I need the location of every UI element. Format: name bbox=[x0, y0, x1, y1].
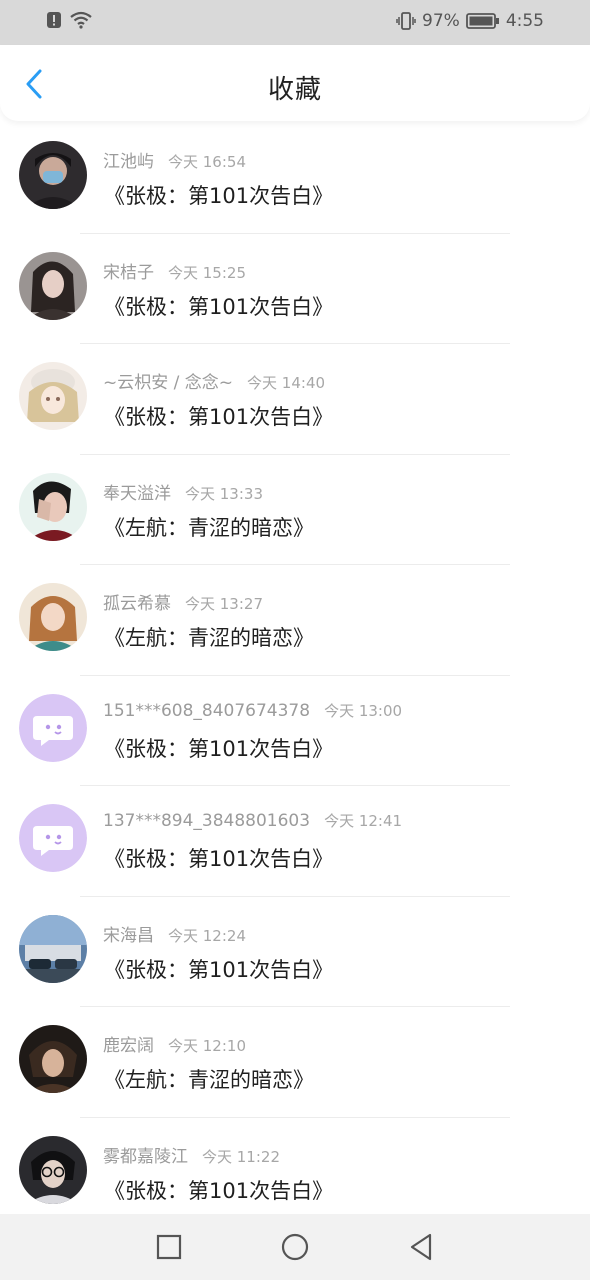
item-meta: 137***894_3848801603 今天 12:41 bbox=[103, 810, 402, 831]
list-item[interactable]: 江池屿 今天 16:54 《张极：第101次告白》 bbox=[0, 123, 590, 234]
item-meta: ~云枳安 / 念念~ 今天 14:40 bbox=[103, 368, 325, 393]
user-name: 宋海昌 bbox=[103, 925, 154, 946]
header-bar: 收藏 bbox=[0, 45, 590, 121]
notification-alert-icon bbox=[46, 11, 62, 29]
avatar[interactable] bbox=[19, 141, 87, 209]
item-time: 今天 13:27 bbox=[185, 595, 263, 613]
item-title: 《张极：第101次告白》 bbox=[104, 957, 334, 982]
list-item[interactable]: 孤云希慕 今天 13:27 《左航：青涩的暗恋》 bbox=[0, 565, 590, 676]
avatar[interactable] bbox=[19, 804, 87, 872]
user-name: 雾都嘉陵江 bbox=[103, 1146, 188, 1167]
item-time: 今天 12:24 bbox=[168, 926, 246, 945]
list-item[interactable]: 奉天溢洋 今天 13:33 《左航：青涩的暗恋》 bbox=[0, 455, 590, 565]
user-name: 鹿宏阔 bbox=[103, 1036, 154, 1056]
item-meta: 孤云希慕 今天 13:27 bbox=[103, 589, 263, 614]
item-time: 今天 13:00 bbox=[324, 701, 403, 720]
item-title: 《张极：第101次告白》 bbox=[104, 294, 334, 319]
clock-time: 4:55 bbox=[505, 11, 544, 31]
status-right: 97% 4:55 bbox=[396, 11, 544, 31]
item-title: 《左航：青涩的暗恋》 bbox=[104, 1068, 314, 1092]
item-meta: 奉天溢洋 今天 13:33 bbox=[103, 479, 263, 504]
user-name: 孤云希慕 bbox=[103, 594, 171, 614]
user-name: 奉天溢洋 bbox=[103, 483, 171, 504]
user-name: 江池屿 bbox=[103, 152, 154, 172]
item-title: 《张极：第101次告白》 bbox=[104, 184, 334, 208]
default-avatar-icon bbox=[19, 693, 87, 762]
home-button[interactable] bbox=[278, 1230, 312, 1264]
recent-apps-button[interactable] bbox=[152, 1230, 186, 1264]
list-item[interactable]: ~云枳安 / 念念~ 今天 14:40 《张极：第101次告白》 bbox=[0, 344, 590, 455]
avatar[interactable] bbox=[19, 472, 87, 541]
user-name: 宋桔子 bbox=[103, 262, 154, 283]
list-item[interactable]: 宋海昌 今天 12:24 《张极：第101次告白》 bbox=[0, 897, 590, 1007]
default-avatar-icon bbox=[19, 804, 87, 872]
item-title: 《左航：青涩的暗恋》 bbox=[104, 515, 314, 540]
item-title: 《张极：第101次告白》 bbox=[104, 847, 334, 871]
avatar[interactable] bbox=[19, 693, 87, 762]
item-title: 《张极：第101次告白》 bbox=[104, 1178, 334, 1203]
avatar[interactable] bbox=[19, 583, 87, 651]
list-item[interactable]: 137***894_3848801603 今天 12:41 《张极：第101次告白… bbox=[0, 786, 590, 897]
item-meta: 雾都嘉陵江 今天 11:22 bbox=[103, 1142, 280, 1167]
avatar[interactable] bbox=[19, 914, 87, 983]
item-meta: 宋桔子 今天 15:25 bbox=[103, 258, 246, 283]
list-item[interactable]: 宋桔子 今天 15:25 《张极：第101次告白》 bbox=[0, 234, 590, 344]
system-back-button[interactable] bbox=[404, 1230, 438, 1264]
list-item[interactable]: 151***608_8407674378 今天 13:00 《张极：第101次告白… bbox=[0, 676, 590, 786]
item-time: 今天 12:10 bbox=[168, 1037, 246, 1055]
avatar[interactable] bbox=[19, 362, 87, 430]
list-item[interactable]: 鹿宏阔 今天 12:10 《左航：青涩的暗恋》 bbox=[0, 1007, 590, 1118]
system-nav-bar bbox=[0, 1214, 590, 1280]
status-left bbox=[46, 11, 92, 29]
avatar[interactable] bbox=[19, 1135, 87, 1204]
user-name: ~云枳安 / 念念~ bbox=[103, 373, 234, 393]
user-name: 137***894_3848801603 bbox=[103, 811, 311, 831]
avatar[interactable] bbox=[19, 1025, 87, 1093]
avatar[interactable] bbox=[19, 251, 87, 320]
item-time: 今天 13:33 bbox=[185, 484, 263, 503]
item-time: 今天 14:40 bbox=[247, 374, 326, 392]
item-meta: 151***608_8407674378 今天 13:00 bbox=[103, 700, 402, 721]
battery-percent: 97% bbox=[422, 11, 460, 31]
item-time: 今天 11:22 bbox=[202, 1147, 280, 1166]
page-title: 收藏 bbox=[267, 75, 322, 105]
wifi-icon bbox=[70, 11, 92, 29]
home-circle-icon bbox=[281, 1233, 309, 1261]
recent-apps-square-icon bbox=[156, 1234, 182, 1260]
item-time: 今天 16:54 bbox=[168, 153, 246, 171]
item-time: 今天 15:25 bbox=[168, 263, 246, 282]
item-time: 今天 12:41 bbox=[324, 812, 403, 830]
item-meta: 江池屿 今天 16:54 bbox=[103, 147, 246, 172]
item-title: 《左航：青涩的暗恋》 bbox=[104, 626, 314, 650]
item-title: 《张极：第101次告白》 bbox=[104, 736, 334, 761]
item-meta: 宋海昌 今天 12:24 bbox=[103, 921, 246, 946]
list-item[interactable]: 雾都嘉陵江 今天 11:22 《张极：第101次告白》 bbox=[0, 1118, 590, 1229]
status-bar: 97% 4:55 bbox=[0, 0, 590, 45]
favorites-list: 江池屿 今天 16:54 《张极：第101次告白》 宋桔子 今天 15:25 《张极… bbox=[0, 123, 590, 1228]
vibrate-icon bbox=[396, 12, 416, 30]
item-title: 《张极：第101次告白》 bbox=[104, 405, 334, 429]
item-meta: 鹿宏阔 今天 12:10 bbox=[103, 1031, 246, 1056]
user-name: 151***608_8407674378 bbox=[103, 700, 311, 721]
back-triangle-icon bbox=[410, 1233, 432, 1261]
battery-icon bbox=[465, 12, 500, 30]
